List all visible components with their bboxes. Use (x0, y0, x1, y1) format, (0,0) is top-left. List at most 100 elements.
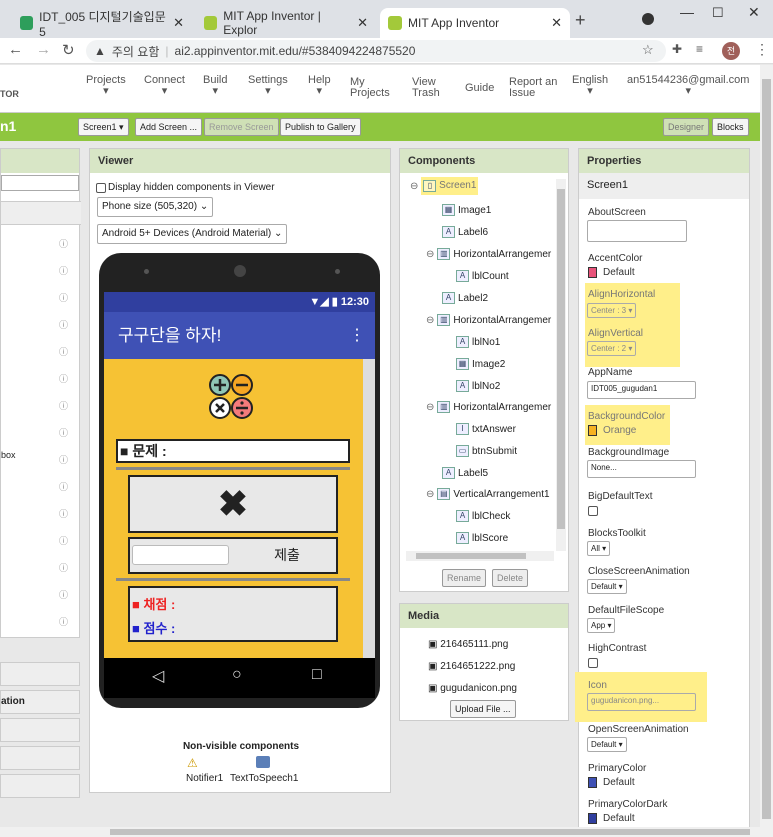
reload-icon[interactable]: ↻ (62, 41, 75, 59)
palette-category-animation[interactable]: ation (0, 690, 80, 714)
maximize-icon[interactable]: ☐ (712, 5, 724, 21)
help-icon[interactable]: ⓘ (59, 372, 68, 385)
screen-select-button[interactable]: Screen1 ▾ (78, 118, 129, 136)
delete-button[interactable]: Delete (492, 569, 529, 587)
remove-screen-button[interactable]: Remove Screen (204, 118, 279, 136)
help-icon[interactable]: ⓘ (59, 453, 68, 466)
tree-item[interactable]: ⊖ ▥ HorizontalArrangemer (426, 314, 551, 326)
tree-item[interactable]: AlblCount (456, 270, 509, 282)
file-scope-select[interactable]: App ▾ (587, 618, 616, 633)
close-icon[interactable]: ✕ (551, 15, 562, 31)
answer-input[interactable] (132, 545, 229, 565)
tree-item[interactable]: A Label5 (442, 467, 488, 479)
tree-item[interactable]: ▦ Image2 (456, 358, 505, 370)
menu-icon[interactable]: ⋮ (755, 41, 769, 58)
help-icon[interactable]: ⓘ (59, 480, 68, 493)
close-animation-select[interactable]: Default ▾ (587, 579, 627, 594)
tree-item[interactable]: ⊖ ▤ VerticalArrangement1 (426, 488, 550, 500)
open-animation-select[interactable]: Default ▾ (587, 737, 627, 752)
palette-category[interactable] (0, 746, 80, 770)
help-icon[interactable]: ⓘ (59, 237, 68, 250)
about-screen-textarea[interactable] (587, 220, 687, 242)
help-icon[interactable]: ⓘ (59, 507, 68, 520)
help-icon[interactable]: ⓘ (59, 561, 68, 574)
nav-projects[interactable]: Projects ▾ (86, 75, 126, 97)
primary-color-picker[interactable]: Default (588, 777, 635, 788)
nav-connect[interactable]: Connect ▾ (144, 75, 185, 97)
hidden-components-toggle[interactable]: Display hidden components in Viewer (96, 182, 275, 193)
forward-icon[interactable]: → (36, 41, 51, 58)
tab-search-icon[interactable] (642, 13, 654, 25)
high-contrast-checkbox[interactable] (588, 658, 598, 668)
palette-category[interactable] (0, 718, 80, 742)
accent-color-picker[interactable]: Default (588, 267, 635, 278)
add-screen-button[interactable]: Add Screen ... (135, 118, 203, 136)
tree-hscrollbar[interactable] (406, 551, 554, 561)
align-vertical-select[interactable]: Center : 2 ▾ (587, 341, 637, 356)
media-file[interactable]: ▣ 2164651222.png (428, 661, 515, 672)
close-window-icon[interactable]: ✕ (748, 4, 760, 21)
page-hscrollbar[interactable] (0, 827, 760, 837)
phone-size-select[interactable]: Phone size (505,320) ⌄ (97, 197, 214, 217)
close-icon[interactable]: ✕ (357, 15, 368, 31)
palette-category[interactable] (1, 201, 81, 225)
nav-report-issue[interactable]: Report an Issue (509, 77, 559, 99)
icon-input[interactable]: gugudanicon.png... (587, 693, 696, 711)
tree-item[interactable]: AlblScore (456, 532, 508, 544)
back-icon[interactable]: ← (8, 41, 23, 58)
help-icon[interactable]: ⓘ (59, 588, 68, 601)
help-icon[interactable]: ⓘ (59, 615, 68, 628)
extensions-icon[interactable]: ✚ (672, 42, 682, 56)
browser-tab-1[interactable]: IDT_005 디지털기술입문 5 ✕ (12, 8, 192, 39)
help-icon[interactable]: ⓘ (59, 318, 68, 331)
background-color-picker[interactable]: Orange (588, 425, 636, 436)
nav-view-trash[interactable]: View Trash (412, 77, 442, 99)
align-horizontal-select[interactable]: Center : 3 ▾ (587, 303, 637, 318)
tree-item[interactable]: ⊖ ▥ HorizontalArrangemer (426, 248, 551, 260)
help-icon[interactable]: ⓘ (59, 426, 68, 439)
profile-avatar[interactable]: 전 (722, 42, 740, 60)
tree-item[interactable]: ▭ btnSubmit (456, 445, 517, 457)
new-tab-icon[interactable]: + (575, 10, 586, 31)
background-image-input[interactable]: None... (587, 460, 696, 478)
back-nav-icon[interactable]: ◁ (152, 666, 164, 686)
checkbox[interactable] (96, 182, 106, 193)
tree-item[interactable]: ▦ Image1 (442, 204, 491, 216)
tree-item[interactable]: ⊖ ▥ HorizontalArrangemer (426, 401, 551, 413)
nav-build[interactable]: Build ▾ (203, 75, 227, 97)
tree-item[interactable]: AlblNo2 (456, 380, 500, 392)
publish-button[interactable]: Publish to Gallery (280, 118, 361, 136)
browser-tab-3[interactable]: MIT App Inventor ✕ (380, 8, 570, 38)
help-icon[interactable]: ⓘ (59, 399, 68, 412)
tree-item[interactable]: ItxtAnswer (456, 423, 516, 435)
primary-dark-color-picker[interactable]: Default (588, 813, 635, 824)
app-name-input[interactable]: IDT005_gugudan1 (587, 381, 696, 399)
browser-tab-2[interactable]: MIT App Inventor | Explor ✕ (196, 8, 376, 38)
big-default-text-checkbox[interactable] (588, 506, 598, 516)
minimize-icon[interactable]: — (680, 4, 694, 20)
nav-language[interactable]: English ▾ (572, 75, 608, 97)
help-icon[interactable]: ⓘ (59, 534, 68, 547)
nav-account[interactable]: an51544236@gmail.com ▾ (627, 75, 749, 97)
url-field[interactable]: ▲ 주의 요함 | ai2.appinventor.mit.edu/#53840942… (86, 40, 666, 62)
tree-item[interactable]: AlblNo1 (456, 336, 500, 348)
media-file[interactable]: ▣ gugudanicon.png (428, 683, 517, 694)
help-icon[interactable]: ⓘ (59, 291, 68, 304)
palette-item-fragment[interactable]: box (1, 450, 16, 460)
nav-my-projects[interactable]: My Projects (350, 77, 390, 99)
media-file[interactable]: ▣ 216465111.png (428, 639, 508, 650)
tree-item-screen1[interactable]: ⊖ ▯ Screen1 (410, 177, 479, 195)
bookmark-star-icon[interactable]: ☆ (642, 42, 654, 58)
designer-button[interactable]: Designer (663, 118, 710, 136)
theme-select[interactable]: Android 5+ Devices (Android Material) ⌄ (97, 224, 288, 244)
tree-item[interactable]: AlblCheck (456, 510, 510, 522)
rename-button[interactable]: Rename (442, 569, 487, 587)
home-nav-icon[interactable]: ○ (232, 666, 242, 684)
nav-help[interactable]: Help ▾ (308, 75, 331, 97)
tree-item[interactable]: A Label6 (442, 226, 488, 238)
palette-category[interactable] (0, 774, 80, 798)
help-icon[interactable]: ⓘ (59, 345, 68, 358)
page-scrollbar[interactable] (760, 65, 773, 837)
recent-nav-icon[interactable]: □ (312, 666, 322, 684)
overflow-menu-icon[interactable]: ⋮ (349, 312, 365, 359)
